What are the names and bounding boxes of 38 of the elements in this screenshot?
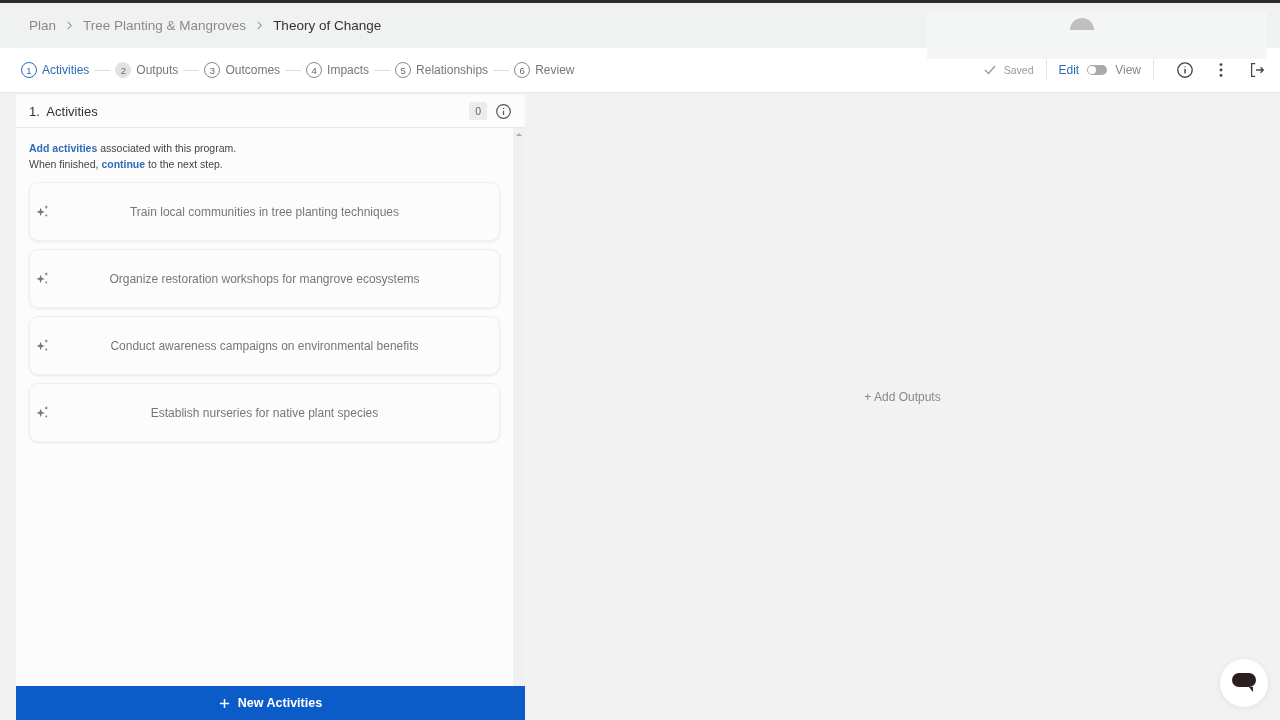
- edit-label[interactable]: Edit: [1058, 63, 1080, 77]
- step-tab[interactable]: 1 Activities: [21, 62, 90, 78]
- breadcrumb-item: Theory of Change: [273, 18, 382, 33]
- plus-icon: [218, 697, 230, 709]
- new-activities-button[interactable]: New Activities: [16, 686, 525, 720]
- check-icon: [983, 65, 996, 75]
- instruction-text: Add activities associated with this program.: [29, 141, 238, 156]
- breadcrumb-item[interactable]: Plan: [29, 18, 57, 33]
- sparkle-icon: [36, 205, 49, 218]
- chevron-icon: [66, 21, 74, 30]
- info-icon[interactable]: [1176, 61, 1194, 79]
- info-icon[interactable]: [495, 102, 512, 120]
- chevron-icon: [256, 21, 264, 30]
- view-label[interactable]: View: [1115, 63, 1141, 77]
- activity-card[interactable]: Organize restoration workshops for mangrove ecosystems: [29, 249, 500, 308]
- step-tab[interactable]: 2 Outputs: [115, 62, 179, 78]
- count-badge: 0: [469, 102, 487, 120]
- step-tab[interactable]: 5 Relationships: [395, 62, 489, 78]
- mode-toggle[interactable]: [1087, 65, 1108, 75]
- activity-card[interactable]: Conduct awareness campaigns on environmental benefits: [29, 316, 500, 375]
- step-tab[interactable]: 3 Outcomes: [204, 62, 281, 78]
- scrollbar[interactable]: [513, 128, 525, 686]
- panel-title: 1. Activities: [29, 103, 99, 119]
- activity-card[interactable]: Train local communities in tree planting techniques: [29, 182, 500, 241]
- chat-icon: [1231, 672, 1257, 694]
- avatar-icon: [1069, 16, 1095, 30]
- step-tab[interactable]: 6 Review: [514, 62, 575, 78]
- step-tab[interactable]: 4 Impacts: [306, 62, 370, 78]
- activity-card[interactable]: Establish nurseries for native plant species: [29, 383, 500, 442]
- sparkle-icon: [36, 272, 49, 285]
- instruction-text: When finished, continue to the next step.: [29, 157, 224, 172]
- logout-icon[interactable]: [1248, 61, 1266, 79]
- saved-status: Saved: [1003, 64, 1034, 76]
- sparkle-icon: [36, 406, 49, 419]
- add-outputs-link[interactable]: + Add Outputs: [864, 389, 941, 404]
- sparkle-icon: [36, 339, 49, 352]
- chat-button[interactable]: [1220, 659, 1268, 707]
- breadcrumb-item[interactable]: Tree Planting & Mangroves: [83, 18, 247, 33]
